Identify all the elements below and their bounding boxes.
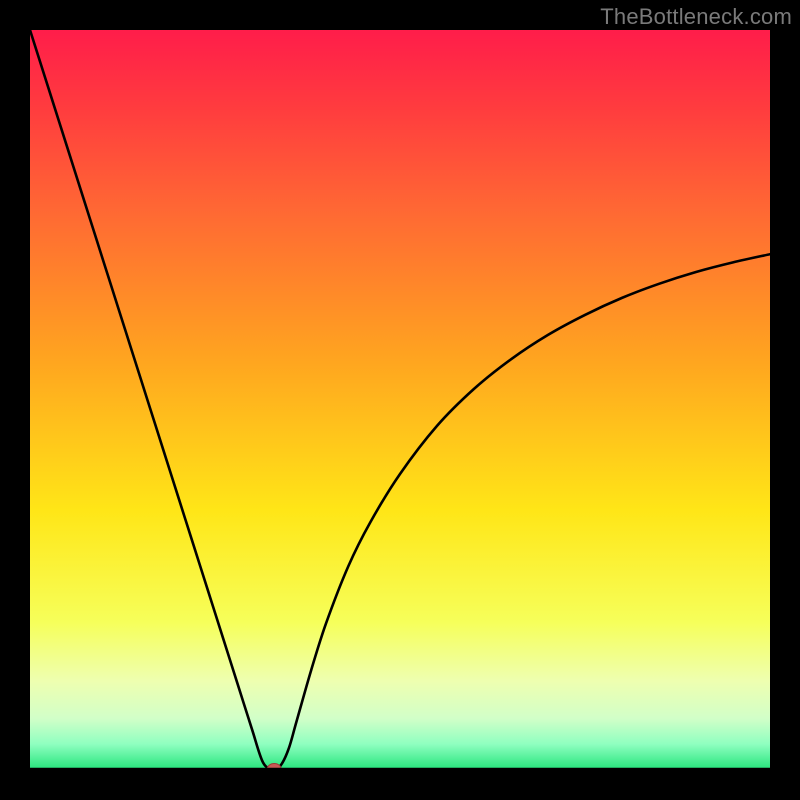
gradient-background	[30, 30, 770, 770]
plot-area	[30, 30, 770, 770]
chart-svg	[30, 30, 770, 770]
watermark-text: TheBottleneck.com	[600, 4, 792, 30]
chart-frame: TheBottleneck.com	[0, 0, 800, 800]
